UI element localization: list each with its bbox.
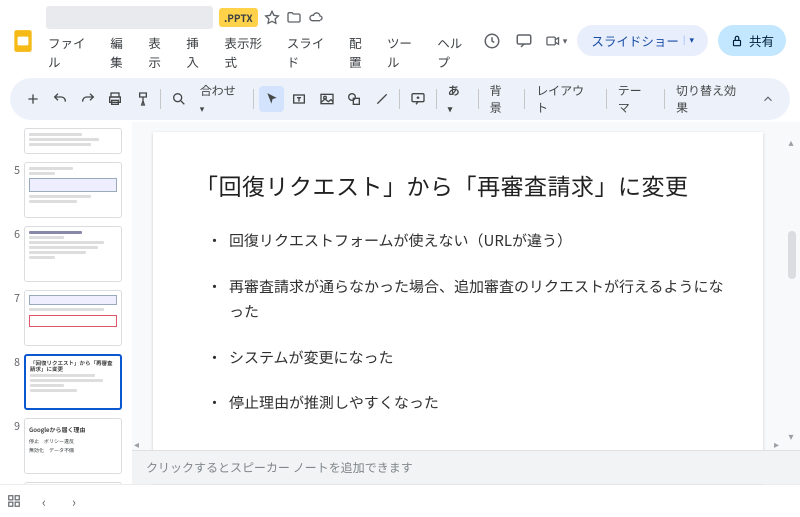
slide-thumb-6[interactable] xyxy=(24,226,122,282)
thumb-number: 9 xyxy=(6,418,20,434)
transition-button[interactable]: 切り替え効果 xyxy=(670,82,753,116)
thumb-number: 8 xyxy=(6,354,20,370)
bullet-item[interactable]: システムが変更になった xyxy=(211,345,725,371)
slide-thumb-10[interactable]: 停止や無効化になるケース xyxy=(24,482,122,484)
star-icon[interactable] xyxy=(264,10,280,26)
horizontal-scrollbar[interactable]: ◂ ▸ xyxy=(132,436,786,448)
menu-insert[interactable]: 挿入 xyxy=(186,33,210,71)
body: 5 6 7 8 「回復リクエスト」から「再審査請求」に変更 9 Googleから… xyxy=(0,122,800,484)
slide-thumb-5[interactable] xyxy=(24,162,122,218)
toolbar: 合わせ ▾ あ ▾ 背景 レイアウト テーマ 切り替え効果 xyxy=(10,78,790,120)
thumb-row xyxy=(6,128,130,154)
move-folder-icon[interactable] xyxy=(286,10,302,26)
menu-format[interactable]: 表示形式 xyxy=(225,33,273,71)
menu-view[interactable]: 表示 xyxy=(148,33,172,71)
separator xyxy=(478,89,479,109)
separator xyxy=(524,89,525,109)
layout-button[interactable]: レイアウト xyxy=(530,82,601,116)
canvas[interactable]: 「回復リクエスト」から「再審査請求」に変更 回復リクエストフォームが使えない（U… xyxy=(132,122,800,450)
shape-tool[interactable] xyxy=(341,86,366,112)
new-slide-button[interactable] xyxy=(20,86,45,112)
scroll-up-icon[interactable]: ▴ xyxy=(786,134,796,144)
print-button[interactable] xyxy=(102,86,127,112)
filmstrip[interactable]: 5 6 7 8 「回復リクエスト」から「再審査請求」に変更 9 Googleから… xyxy=(0,122,132,484)
slideshow-button[interactable]: スライドショー|▾ xyxy=(577,25,708,56)
lock-icon xyxy=(730,34,744,48)
meet-icon[interactable]: ▾ xyxy=(545,30,567,52)
menu-help[interactable]: ヘルプ xyxy=(437,33,473,71)
menu-file[interactable]: ファイル xyxy=(48,33,96,71)
input-tools-button[interactable]: あ ▾ xyxy=(442,82,473,116)
thumb-number: 6 xyxy=(6,226,20,242)
cloud-status-icon[interactable] xyxy=(308,10,324,26)
slide-thumb-4[interactable] xyxy=(24,128,122,154)
title-line: .PPTX xyxy=(46,6,473,29)
separator xyxy=(606,89,607,109)
title-bar: .PPTX ファイル 編集 表示 挿入 表示形式 スライド 配置 ツー xyxy=(0,0,800,75)
bullet-item[interactable]: 停止理由が推測しやすくなった xyxy=(211,390,725,416)
bullet-item[interactable]: 再審査請求が通らなかった場合、追加審査のリクエストが行えるようになった xyxy=(211,274,725,325)
paint-format-button[interactable] xyxy=(130,86,155,112)
slide-thumb-9[interactable]: Googleから届く理由停止 ポリシー違反無効化 データ不備 xyxy=(24,418,122,474)
image-tool[interactable] xyxy=(314,86,339,112)
menu-arrange[interactable]: 配置 xyxy=(349,33,373,71)
slide-title[interactable]: 「回復リクエスト」から「再審査請求」に変更 xyxy=(195,168,725,202)
menu-tools[interactable]: ツール xyxy=(387,33,423,71)
next-slide-icon[interactable]: › xyxy=(66,493,82,509)
filmstrip-controls: ‹ › xyxy=(0,484,800,517)
collapse-toolbar-icon[interactable] xyxy=(757,87,781,111)
thumb-number: 5 xyxy=(6,162,20,178)
scroll-right-icon[interactable]: ▸ xyxy=(774,436,784,446)
theme-button[interactable]: テーマ xyxy=(612,82,659,116)
thumb-number xyxy=(6,128,20,129)
select-tool[interactable] xyxy=(259,86,284,112)
document-title[interactable] xyxy=(46,6,213,29)
slide-content[interactable]: 「回復リクエスト」から「再審査請求」に変更 回復リクエストフォームが使えない（U… xyxy=(153,132,763,482)
scroll-left-icon[interactable]: ◂ xyxy=(134,436,144,446)
textbox-tool[interactable] xyxy=(286,86,311,112)
prev-slide-icon[interactable]: ‹ xyxy=(36,493,52,509)
background-button[interactable]: 背景 xyxy=(484,82,520,116)
main-area: 「回復リクエスト」から「再審査請求」に変更 回復リクエストフォームが使えない（U… xyxy=(132,122,800,484)
menu-edit[interactable]: 編集 xyxy=(110,33,134,71)
scrollbar-thumb[interactable] xyxy=(788,231,796,279)
history-icon[interactable] xyxy=(481,30,503,52)
grid-view-icon[interactable] xyxy=(6,493,22,509)
comment-tool[interactable] xyxy=(405,86,430,112)
title-area: .PPTX ファイル 編集 表示 挿入 表示形式 スライド 配置 ツー xyxy=(46,6,473,75)
menu-bar: ファイル 編集 表示 挿入 表示形式 スライド 配置 ツール ヘルプ xyxy=(46,31,473,75)
slide-bullets[interactable]: 回復リクエストフォームが使えない（URLが違う） 再審査請求が通らなかった場合、… xyxy=(195,228,725,416)
scroll-down-icon[interactable]: ▾ xyxy=(786,428,796,438)
slide-thumb-8-selected[interactable]: 「回復リクエスト」から「再審査請求」に変更 xyxy=(24,354,122,410)
menu-slide[interactable]: スライド xyxy=(287,33,335,71)
speaker-notes[interactable]: クリックするとスピーカー ノートを追加できます xyxy=(132,450,800,484)
separator xyxy=(664,89,665,109)
redo-button[interactable] xyxy=(75,86,100,112)
slides-logo-icon[interactable] xyxy=(8,26,38,56)
share-button[interactable]: 共有 xyxy=(718,25,786,56)
zoom-button[interactable] xyxy=(166,86,191,112)
undo-button[interactable] xyxy=(47,86,72,112)
separator xyxy=(160,89,161,109)
thumb-number: 7 xyxy=(6,290,20,306)
bullet-item[interactable]: 回復リクエストフォームが使えない（URLが違う） xyxy=(211,228,725,254)
line-tool[interactable] xyxy=(369,86,394,112)
separator xyxy=(436,89,437,109)
comments-icon[interactable] xyxy=(513,30,535,52)
separator xyxy=(399,89,400,109)
app-root: .PPTX ファイル 編集 表示 挿入 表示形式 スライド 配置 ツー xyxy=(0,0,800,517)
zoom-fit-label[interactable]: 合わせ ▾ xyxy=(194,82,248,116)
vertical-scrollbar[interactable]: ▴ ▾ xyxy=(786,134,796,438)
slide-thumb-7[interactable] xyxy=(24,290,122,346)
separator xyxy=(253,89,254,109)
header-actions: ▾ スライドショー|▾ 共有 xyxy=(481,25,786,56)
pptx-badge: .PPTX xyxy=(219,8,258,27)
